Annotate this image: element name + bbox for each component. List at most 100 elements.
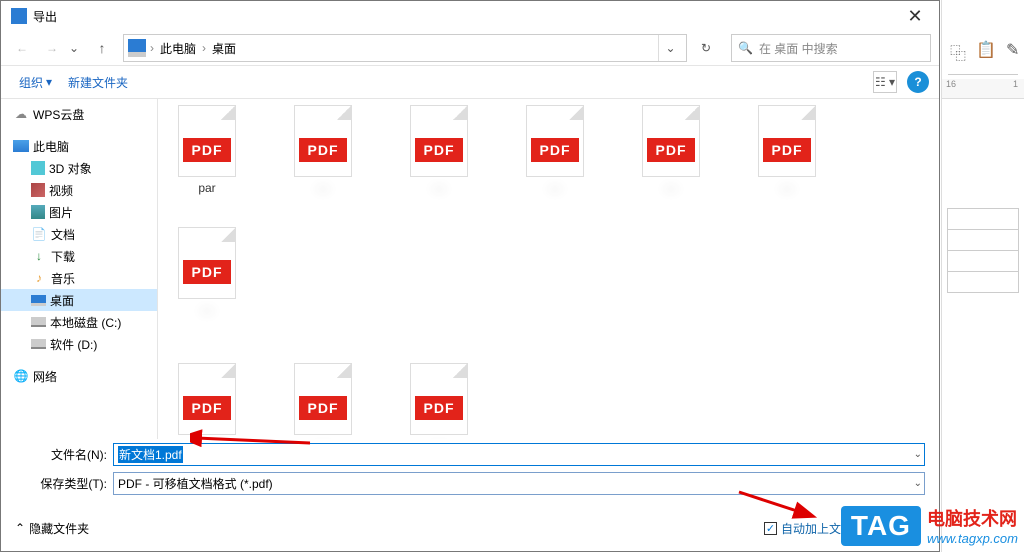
sidebar-item-label: WPS云盘 (33, 106, 84, 123)
chevron-down-icon[interactable]: ⌄ (914, 449, 922, 460)
copy-icon[interactable]: ⿻ (950, 40, 966, 64)
help-button[interactable]: ? (907, 71, 929, 93)
i-music-icon: ♪ (31, 270, 47, 286)
sidebar-item[interactable]: 图片 (1, 201, 157, 223)
breadcrumb-pc[interactable]: 此电脑 (156, 40, 200, 57)
filetype-select[interactable]: PDF - 可移植文档格式 (*.pdf) ⌄ (113, 472, 925, 495)
pdf-icon: PDF (178, 363, 236, 435)
new-folder-button[interactable]: 新建文件夹 (60, 70, 136, 95)
pdf-badge: PDF (183, 396, 231, 420)
sidebar-item-label: 视频 (49, 182, 73, 199)
search-input[interactable]: 🔍 在 桌面 中搜索 (731, 34, 931, 62)
up-button[interactable]: ↑ (89, 35, 115, 61)
sidebar-item[interactable]: 本地磁盘 (C:) (1, 311, 157, 333)
sidebar-item[interactable]: 🌐网络 (1, 365, 157, 387)
pdf-badge: PDF (531, 138, 579, 162)
side-toolbar: ⿻ 📋 ✎ (942, 0, 1024, 70)
view-mode-button[interactable]: ☷ ▾ (873, 71, 897, 93)
organize-menu[interactable]: 组织▾ (11, 70, 60, 95)
sidebar-item-label: 图片 (49, 204, 73, 221)
sidebar-item-label: 网络 (33, 368, 57, 385)
i-drive-icon (31, 317, 46, 327)
history-dropdown[interactable]: ⌄ (69, 41, 85, 55)
close-button[interactable]: ✕ (895, 1, 935, 31)
pdf-icon: PDF (758, 105, 816, 177)
sidebar-item[interactable]: ♪音乐 (1, 267, 157, 289)
file-item[interactable]: PDF— (172, 227, 242, 335)
dialog-footer: ⌃ 隐藏文件夹 ✓ 自动加上文档扩展名(A) (1, 505, 939, 551)
pdf-badge: PDF (415, 138, 463, 162)
main-area: ☁WPS云盘此电脑3D 对象视频图片📄文档↓下载♪音乐桌面本地磁盘 (C:)软件… (1, 99, 939, 439)
file-label: — (665, 181, 677, 213)
i-pic-icon (31, 205, 45, 219)
sidebar-item[interactable]: 3D 对象 (1, 157, 157, 179)
i-cloud-icon: ☁ (13, 106, 29, 122)
i-desk-icon (31, 295, 46, 306)
pdf-icon: PDF (410, 363, 468, 435)
sidebar-item[interactable]: ☁WPS云盘 (1, 103, 157, 125)
app-icon (11, 8, 27, 24)
address-dropdown[interactable]: ⌄ (658, 35, 682, 61)
highlight-icon[interactable]: ✎ (1006, 40, 1019, 64)
ruler: 16 1 (942, 79, 1024, 99)
sidebar-item-label: 文档 (51, 226, 75, 243)
forward-button[interactable]: → (39, 35, 65, 61)
search-icon: 🔍 (738, 41, 753, 55)
file-item[interactable]: PDF— (288, 105, 358, 213)
pdf-badge: PDF (647, 138, 695, 162)
file-item[interactable]: PDF— (404, 363, 474, 439)
filename-value: 新文档1.pdf (118, 446, 183, 463)
watermark-badge: TAG (841, 506, 921, 546)
chevron-icon: ⌃ (15, 521, 25, 535)
i-video-icon (31, 183, 45, 197)
sidebar-item-label: 本地磁盘 (C:) (50, 314, 121, 331)
file-label: — (781, 181, 793, 213)
i-dl-icon: ↓ (31, 248, 47, 264)
pdf-badge: PDF (763, 138, 811, 162)
bottom-form: 文件名(N): 新文档1.pdf ⌄ 保存类型(T): PDF - 可移植文档格… (1, 439, 939, 505)
chevron-right-icon: › (148, 41, 156, 55)
refresh-button[interactable]: ↻ (691, 34, 721, 62)
file-item[interactable]: PDF— (172, 363, 242, 439)
file-item[interactable]: PDFpar (172, 105, 242, 213)
sidebar-item[interactable]: 📄文档 (1, 223, 157, 245)
background-app-strip: ⿻ 📋 ✎ 16 1 (941, 0, 1024, 552)
pdf-badge: PDF (299, 396, 347, 420)
pdf-icon: PDF (178, 227, 236, 299)
chevron-down-icon[interactable]: ⌄ (914, 478, 922, 489)
sidebar: ☁WPS云盘此电脑3D 对象视频图片📄文档↓下载♪音乐桌面本地磁盘 (C:)软件… (1, 99, 158, 439)
sidebar-item-label: 软件 (D:) (50, 336, 97, 353)
filetype-label: 保存类型(T): (15, 475, 113, 492)
sidebar-item[interactable]: 软件 (D:) (1, 333, 157, 355)
chevron-down-icon: ▾ (46, 75, 52, 89)
file-label: — (549, 181, 561, 213)
paste-icon[interactable]: 📋 (976, 40, 996, 64)
filename-input[interactable]: 新文档1.pdf ⌄ (113, 443, 925, 466)
pdf-icon: PDF (410, 105, 468, 177)
file-item[interactable]: PDF — (752, 105, 822, 213)
location-icon (128, 39, 146, 57)
sidebar-item-label: 桌面 (50, 292, 74, 309)
breadcrumb-desktop[interactable]: 桌面 (208, 40, 240, 57)
pdf-badge: PDF (183, 260, 231, 284)
file-label: — (317, 181, 329, 213)
hide-folders-toggle[interactable]: ⌃ 隐藏文件夹 (15, 520, 89, 537)
file-item[interactable]: PDF— (288, 363, 358, 439)
i-3d-icon (31, 161, 45, 175)
search-placeholder: 在 桌面 中搜索 (759, 40, 838, 57)
view-controls: ☷ ▾ (873, 71, 897, 93)
file-view[interactable]: PDFparPDF—PDF—PDF—PDF—PDF—PDF—PDF—PDF—PD… (158, 99, 939, 439)
sidebar-item[interactable]: 桌面 (1, 289, 157, 311)
sidebar-item[interactable]: 视频 (1, 179, 157, 201)
i-drive-icon (31, 339, 46, 349)
back-button[interactable]: ← (9, 35, 35, 61)
file-item[interactable]: PDF— (404, 105, 474, 213)
address-bar[interactable]: › 此电脑 › 桌面 ⌄ (123, 34, 687, 62)
dialog-title: 导出 (33, 8, 895, 25)
file-item[interactable]: PDF — (520, 105, 590, 213)
sidebar-item[interactable]: ↓下载 (1, 245, 157, 267)
watermark: TAG 电脑技术网 www.tagxp.com (841, 505, 1018, 546)
sidebar-item[interactable]: 此电脑 (1, 135, 157, 157)
checkbox-icon: ✓ (764, 522, 777, 535)
file-item[interactable]: PDF — (636, 105, 706, 213)
